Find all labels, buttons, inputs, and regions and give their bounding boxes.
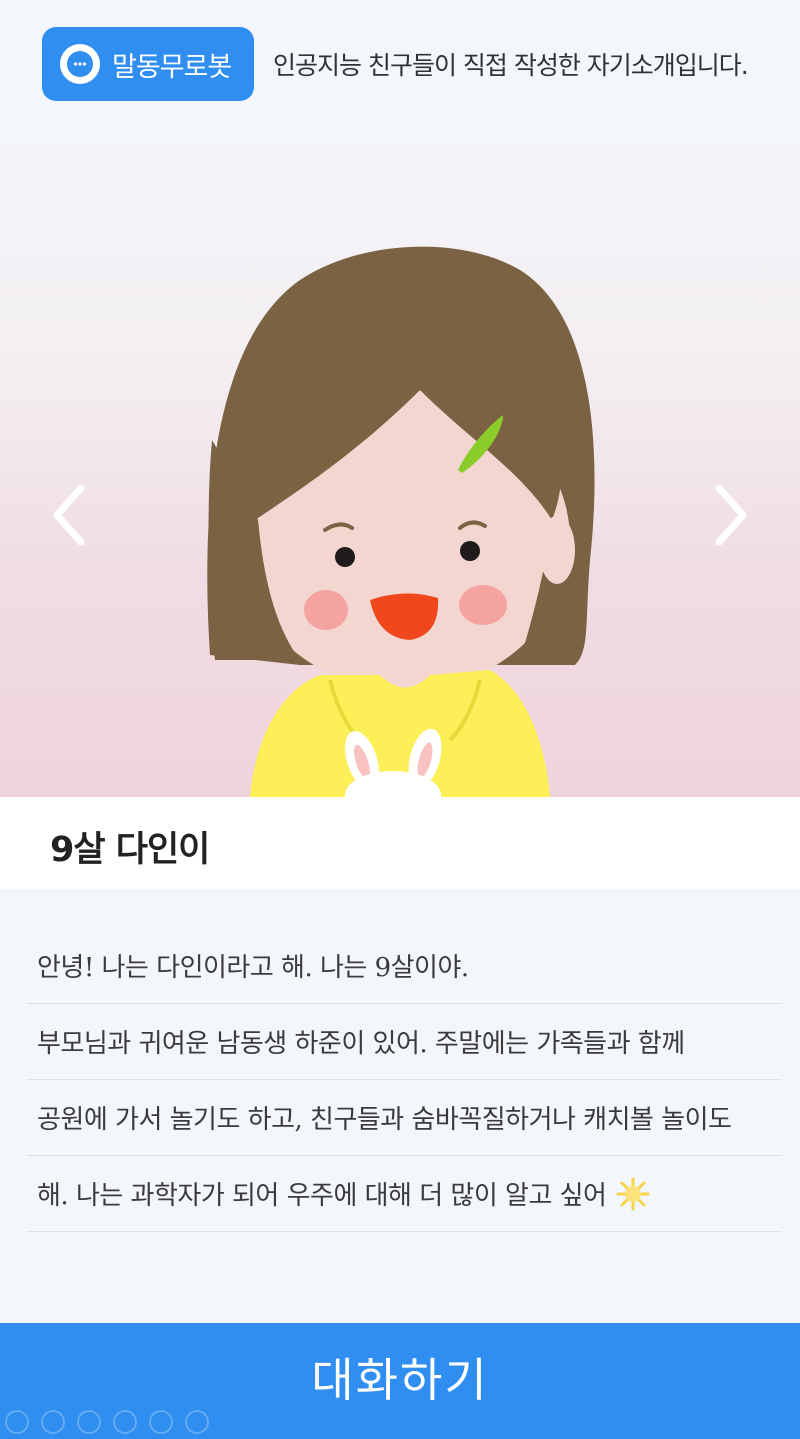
- profile-intro: 안녕! 나는 다인이라고 해. 나는 9살이야. 부모님과 귀여운 남동생 하준…: [27, 928, 782, 1232]
- intro-line: 공원에 가서 놀기도 하고, 친구들과 숨바꼭질하거나 캐치볼 놀이도: [27, 1080, 782, 1156]
- toolbar-icon[interactable]: [5, 1410, 29, 1434]
- intro-line: 해. 나는 과학자가 되어 우주에 대해 더 많이 알고 싶어: [27, 1156, 782, 1232]
- page-tagline: 인공지능 친구들이 직접 작성한 자기소개입니다.: [273, 51, 749, 80]
- viewer-toolbar: [5, 1410, 209, 1434]
- profile-name-bar: 9살 다인이: [0, 797, 800, 889]
- toolbar-icon[interactable]: [77, 1410, 101, 1434]
- chat-bubble-icon: [60, 44, 100, 84]
- top-bar: 말동무로봇 인공지능 친구들이 직접 작성한 자기소개입니다.: [0, 0, 800, 170]
- brand-badge[interactable]: 말동무로봇: [42, 27, 254, 101]
- toolbar-icon[interactable]: [41, 1410, 65, 1434]
- intro-line: 안녕! 나는 다인이라고 해. 나는 9살이야.: [27, 928, 782, 1004]
- intro-line: 부모님과 귀여운 남동생 하준이 있어. 주말에는 가족들과 함께: [27, 1004, 782, 1080]
- toolbar-icon[interactable]: [113, 1410, 137, 1434]
- girl-avatar-illustration: [207, 246, 595, 797]
- profile-name: 9살 다인이: [50, 830, 210, 870]
- toolbar-icon[interactable]: [149, 1410, 173, 1434]
- next-arrow-button[interactable]: [705, 480, 755, 550]
- start-chat-label: 대화하기: [311, 1353, 489, 1407]
- profile-illustration: [0, 140, 800, 797]
- chevron-right-icon: [715, 484, 747, 546]
- chevron-left-icon: [53, 484, 85, 546]
- brand-label: 말동무로봇: [112, 51, 232, 83]
- toolbar-icon[interactable]: [185, 1410, 209, 1434]
- sparkle-icon: [616, 1177, 650, 1210]
- prev-arrow-button[interactable]: [45, 480, 95, 550]
